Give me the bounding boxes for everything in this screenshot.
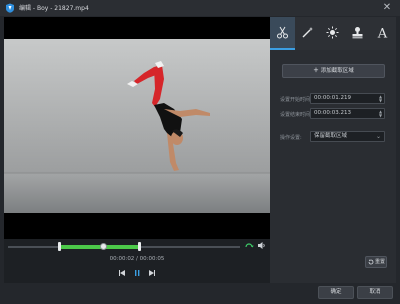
start-time-field[interactable]: 00:00:01.219 ▲ ▼	[310, 93, 385, 104]
title-bar: 编辑 - Boy - 21827.mp4 ✕	[0, 0, 400, 16]
reset-label: 重置	[375, 259, 386, 265]
tab-adjust[interactable]	[320, 17, 345, 50]
loop-icon[interactable]	[244, 241, 254, 251]
text-icon: A	[377, 27, 388, 40]
brightness-icon	[326, 26, 339, 39]
start-time-value: 00:00:01.219	[314, 95, 351, 101]
timecode: 00:00:02 / 00:00:05	[109, 256, 165, 262]
window-title: 编辑 - Boy - 21827.mp4	[19, 5, 89, 12]
magic-wand-icon	[302, 27, 313, 38]
mode-value: 保留截取区域	[314, 133, 348, 139]
close-window-button[interactable]: ✕	[381, 2, 393, 14]
text-icon-glyph: A	[377, 27, 388, 40]
start-time-label: 设置开始时间:	[280, 97, 312, 103]
reset-button[interactable]: 重置	[365, 256, 387, 268]
tab-effects[interactable]	[295, 17, 320, 50]
end-time-field[interactable]: 00:00:03.213 ▲ ▼	[310, 108, 385, 119]
trim-settings-panel: ＋添加截取区域 设置开始时间: 00:00:01.219 ▲ ▼ 设置结束时间: …	[270, 50, 396, 283]
trim-end-handle[interactable]	[138, 242, 142, 251]
stamp-icon	[352, 27, 363, 39]
volume-icon[interactable]	[257, 241, 266, 250]
add-trim-region-label: 添加截取区域	[320, 68, 354, 74]
scissors-icon	[277, 26, 288, 39]
mode-label: 操作设置:	[280, 135, 302, 141]
tab-text[interactable]: A	[370, 17, 395, 50]
app-logo-icon	[6, 3, 14, 13]
tab-trim[interactable]	[270, 17, 295, 50]
dialog-footer: 确定 取消	[0, 283, 400, 304]
end-time-spinner[interactable]: ▲ ▼	[378, 110, 383, 118]
cancel-button[interactable]: 取消	[357, 286, 393, 299]
tab-watermark[interactable]	[345, 17, 370, 50]
add-trim-region-button[interactable]: ＋添加截取区域	[282, 64, 385, 78]
video-frame-image	[4, 17, 270, 239]
playhead[interactable]	[99, 243, 107, 250]
trim-start-handle[interactable]	[58, 242, 62, 251]
playback-controls: 00:00:02 / 00:00:05	[4, 239, 270, 283]
reset-icon	[368, 259, 374, 265]
end-time-value: 00:00:03.213	[314, 110, 351, 116]
pause-icon[interactable]	[132, 268, 142, 278]
next-frame-icon[interactable]	[147, 268, 157, 278]
end-time-label: 设置结束时间:	[280, 112, 312, 118]
edit-tabs: A	[270, 17, 396, 50]
start-time-spinner[interactable]: ▲ ▼	[378, 95, 383, 103]
previous-frame-icon[interactable]	[117, 268, 127, 278]
chevron-down-icon: ⌄	[375, 133, 381, 140]
plus-icon: ＋	[313, 68, 319, 74]
ok-button[interactable]: 确定	[318, 286, 354, 299]
video-preview	[4, 17, 270, 239]
mode-select[interactable]: 保留截取区域 ⌄	[310, 131, 385, 142]
